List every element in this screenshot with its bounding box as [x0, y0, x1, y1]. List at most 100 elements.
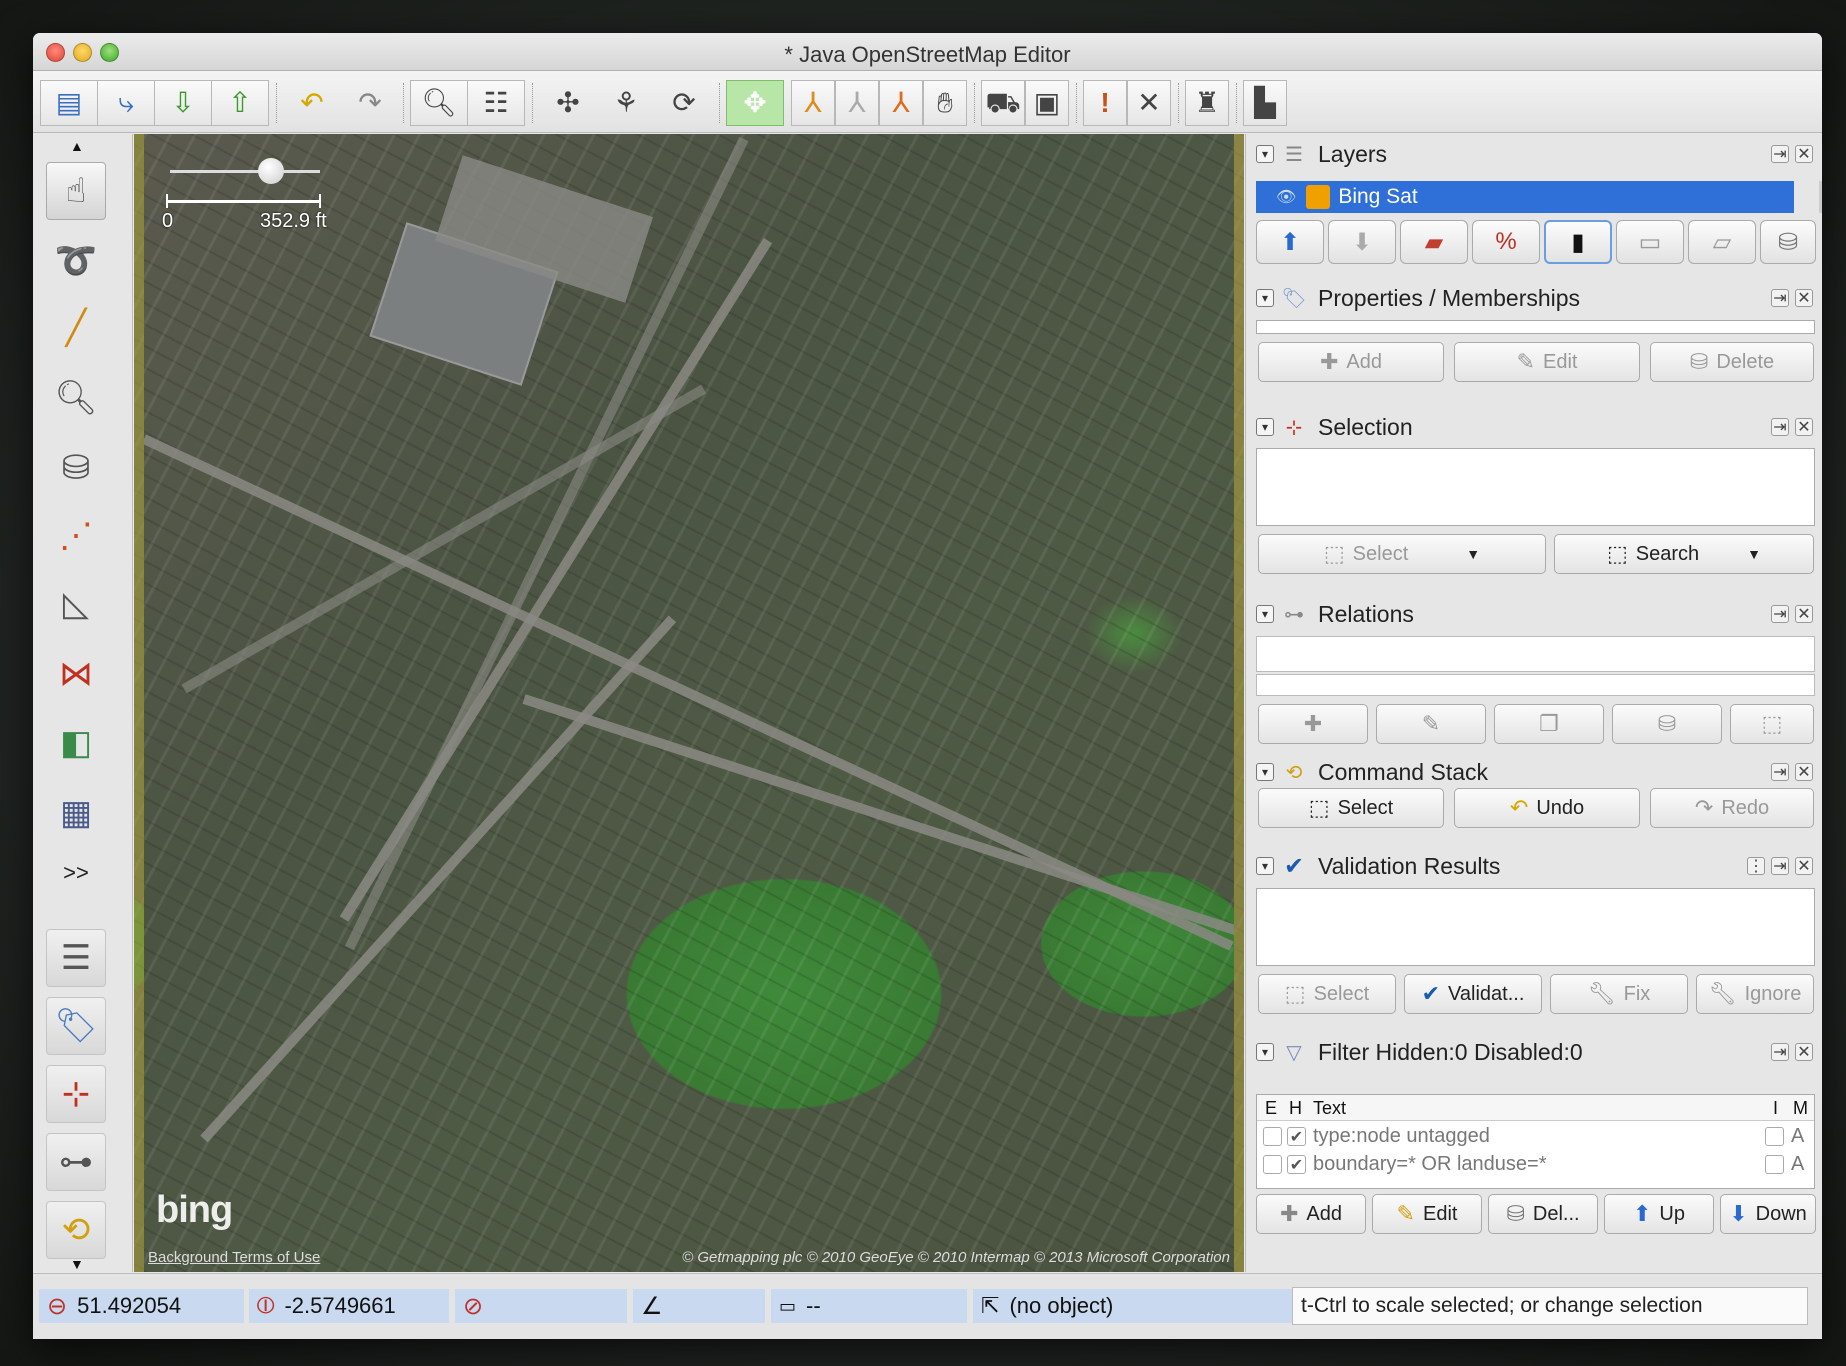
upload-button[interactable]: ⇧: [211, 80, 269, 126]
fix-button[interactable]: 🔧︎ Fix: [1550, 974, 1688, 1014]
pin-icon[interactable]: ⇥: [1771, 763, 1789, 781]
close-icon[interactable]: ✕: [1795, 763, 1813, 781]
delete-layer-button[interactable]: ⛁: [1760, 220, 1816, 264]
enabled-checkbox[interactable]: [1263, 1155, 1282, 1174]
edit-relation-button[interactable]: ✎: [1376, 704, 1486, 744]
enabled-checkbox[interactable]: [1263, 1127, 1282, 1146]
collapse-icon[interactable]: ▾: [1256, 1043, 1274, 1061]
col-text[interactable]: Text: [1313, 1098, 1346, 1119]
col-e[interactable]: E: [1265, 1098, 1277, 1119]
preset-c-button[interactable]: ⅄: [879, 80, 923, 126]
search-dropdown-button[interactable]: ⬚ Search ▼: [1554, 534, 1814, 574]
merge-layer-button[interactable]: ▭: [1616, 220, 1684, 264]
download-button[interactable]: ⇩: [154, 80, 212, 126]
pin-icon[interactable]: ⇥: [1771, 145, 1789, 163]
close-icon[interactable]: ✕: [1795, 857, 1813, 875]
relations-list[interactable]: [1256, 674, 1815, 696]
validation-select-button[interactable]: ⬚ Select: [1258, 974, 1396, 1014]
filter-edit-button[interactable]: ✎ Edit: [1372, 1194, 1482, 1234]
close-icon[interactable]: ✕: [1795, 289, 1813, 307]
save-button[interactable]: ⤷: [97, 80, 155, 126]
pin-icon[interactable]: ⇥: [1771, 857, 1789, 875]
toggle-properties-button[interactable]: 🏷︎: [46, 997, 106, 1055]
toggle-layers-button[interactable]: ☰: [46, 929, 106, 987]
open-file-button[interactable]: ▤: [40, 80, 98, 126]
col-h[interactable]: H: [1289, 1098, 1302, 1119]
warning-button[interactable]: !: [1083, 80, 1127, 126]
preset-a-button[interactable]: ⅄: [791, 80, 835, 126]
hand-button[interactable]: ✋︎: [923, 80, 967, 126]
extrude-tool[interactable]: ⋰: [46, 507, 106, 565]
combine-way-button[interactable]: ⚘: [597, 80, 655, 126]
visibility-eye-icon[interactable]: 👁︎: [1276, 187, 1296, 207]
validate-button[interactable]: ✔ Validat...: [1404, 974, 1542, 1014]
opacity-button[interactable]: %: [1472, 220, 1540, 264]
scroll-down-icon[interactable]: ▼: [70, 1256, 84, 1272]
map-view[interactable]: 0 352.9 ft bing Background Terms of Use …: [134, 134, 1244, 1272]
delete-relation-button[interactable]: ⛁: [1612, 704, 1722, 744]
more-tools-button[interactable]: >>: [46, 844, 106, 902]
draw-tool[interactable]: ╱: [46, 299, 106, 357]
bus-button[interactable]: ▣: [1025, 80, 1069, 126]
edit-property-button[interactable]: ✎ Edit: [1454, 342, 1640, 382]
hidden-checkbox[interactable]: ✔: [1287, 1127, 1306, 1146]
reverse-button[interactable]: ⟳: [655, 80, 713, 126]
relations-filter-field[interactable]: [1256, 636, 1815, 672]
toggle-selection-button[interactable]: ⊹: [46, 1065, 106, 1123]
pin-icon[interactable]: ⇥: [1771, 418, 1789, 436]
pin-icon[interactable]: ⇥: [1771, 289, 1789, 307]
parallel-tool[interactable]: ⋈: [46, 645, 106, 703]
filter-delete-button[interactable]: ⛁ Del...: [1488, 1194, 1598, 1234]
terms-of-use-link[interactable]: Background Terms of Use: [148, 1249, 320, 1266]
command-redo-button[interactable]: ↷ Redo: [1650, 788, 1814, 828]
select-relation-button[interactable]: ⬚: [1730, 704, 1814, 744]
car-button[interactable]: ⛟: [981, 80, 1025, 126]
toggle-command-stack-button[interactable]: ⟲: [46, 1201, 106, 1259]
collapse-icon[interactable]: ▾: [1256, 605, 1274, 623]
collapse-icon[interactable]: ▾: [1256, 763, 1274, 781]
activate-layer-button[interactable]: ▰: [1400, 220, 1468, 264]
new-relation-button[interactable]: ✚: [1258, 704, 1368, 744]
duplicate-relation-button[interactable]: ❐: [1494, 704, 1604, 744]
settings-icon[interactable]: ⋮: [1747, 857, 1765, 875]
select-dropdown-button[interactable]: ⬚ Select ▼: [1258, 534, 1546, 574]
visibility-button[interactable]: ▮: [1544, 220, 1612, 264]
close-icon[interactable]: ✕: [1795, 145, 1813, 163]
close-icon[interactable]: ✕: [1795, 418, 1813, 436]
inverted-checkbox[interactable]: [1765, 1127, 1784, 1146]
layer-row-bing-sat[interactable]: 👁︎ Bing Sat: [1256, 181, 1794, 213]
inverted-checkbox[interactable]: [1765, 1155, 1784, 1174]
hidden-checkbox[interactable]: ✔: [1287, 1155, 1306, 1174]
filter-add-button[interactable]: ✚ Add: [1256, 1194, 1366, 1234]
duplicate-layer-button[interactable]: ▱: [1688, 220, 1756, 264]
preferences-button[interactable]: ☷: [467, 80, 525, 126]
building-tool[interactable]: ▦: [46, 784, 106, 842]
ignore-button[interactable]: 🔧︎ Ignore: [1696, 974, 1814, 1014]
add-property-button[interactable]: ✚ Add: [1258, 342, 1444, 382]
angle-tool[interactable]: ◺: [46, 575, 106, 633]
improve-way-tool[interactable]: ◧: [46, 714, 106, 772]
split-way-button[interactable]: ✣: [539, 80, 597, 126]
collapse-icon[interactable]: ▾: [1256, 418, 1274, 436]
filter-up-button[interactable]: ⬆︎ Up: [1604, 1194, 1714, 1234]
toggle-relations-button[interactable]: ⊶: [46, 1133, 106, 1191]
filter-down-button[interactable]: ⬇︎ Down: [1720, 1194, 1816, 1234]
delete-property-button[interactable]: ⛁ Delete: [1650, 342, 1814, 382]
undo-button[interactable]: ↶: [283, 80, 341, 126]
command-select-button[interactable]: ⬚ Select: [1258, 788, 1444, 828]
scroll-up-icon[interactable]: ▲: [70, 138, 84, 154]
zoom-tool[interactable]: 🔍︎: [46, 369, 106, 427]
redo-button[interactable]: ↷: [341, 80, 399, 126]
close-icon[interactable]: ✕: [1795, 605, 1813, 623]
zoom-to-button[interactable]: 🔍︎: [410, 80, 468, 126]
delete-tool[interactable]: ⛁: [46, 439, 106, 497]
zoom-slider-knob[interactable]: [258, 158, 284, 184]
collapse-icon[interactable]: ▾: [1256, 289, 1274, 307]
wireframe-button[interactable]: ✥: [726, 80, 784, 126]
preset-b-button[interactable]: ⅄: [835, 80, 879, 126]
filter-row[interactable]: ✔ type:node untagged A: [1257, 1123, 1814, 1151]
collapse-icon[interactable]: ▾: [1256, 145, 1274, 163]
cross-button[interactable]: ✕: [1127, 80, 1171, 126]
close-icon[interactable]: ✕: [1795, 1043, 1813, 1061]
move-up-layer-button[interactable]: ⬆︎: [1256, 220, 1324, 264]
